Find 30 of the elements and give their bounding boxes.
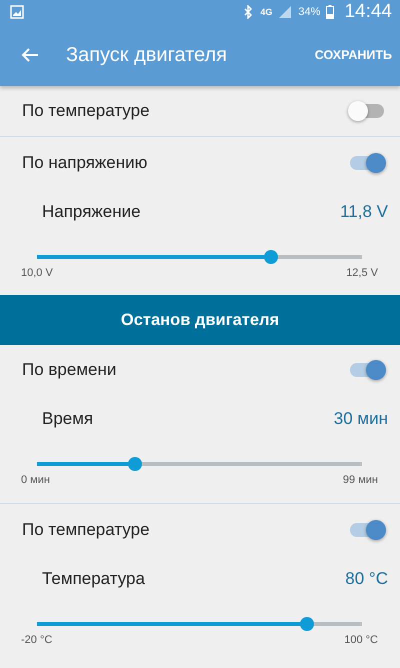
parameter-label: Время	[42, 409, 94, 429]
toggle-switch[interactable]	[348, 100, 386, 122]
toggle-switch[interactable]	[348, 358, 386, 380]
parameter-value: 30 мин	[334, 409, 388, 429]
slider-min-label: 0 мин	[21, 474, 50, 486]
section-header: Останов двигателя	[0, 295, 400, 345]
setting-label: По температуре	[22, 100, 151, 120]
setting-label: По температуре	[22, 520, 151, 540]
clock: 14:44	[344, 1, 392, 23]
slider-max-label: 12,5 V	[346, 267, 378, 279]
slider-max-label: 100 °C	[344, 634, 378, 646]
parameter-label: Температура	[42, 569, 146, 589]
parameter-label: Напряжение	[42, 202, 142, 222]
parameter-value: 11,8 V	[340, 202, 388, 222]
gallery-icon	[10, 5, 24, 19]
toggle-switch[interactable]	[348, 152, 386, 174]
battery-percent: 34%	[298, 6, 320, 18]
signal-icon	[278, 5, 292, 19]
slider-min-label: 10,0 V	[21, 267, 53, 279]
bluetooth-icon	[242, 5, 254, 19]
setting-label: По напряжению	[22, 152, 148, 172]
toggle-switch[interactable]	[348, 518, 386, 540]
save-button[interactable]: СОХРАНИТЬ	[314, 44, 392, 66]
screen-title: Запуск двигателя	[66, 44, 228, 66]
parameter-value: 80 °C	[345, 569, 388, 589]
slider-min-label: -20 °C	[21, 634, 52, 646]
battery-icon	[326, 5, 334, 19]
slider-max-label: 99 мин	[342, 474, 378, 486]
network-label: 4G	[260, 7, 272, 17]
setting-label: По времени	[22, 360, 118, 380]
